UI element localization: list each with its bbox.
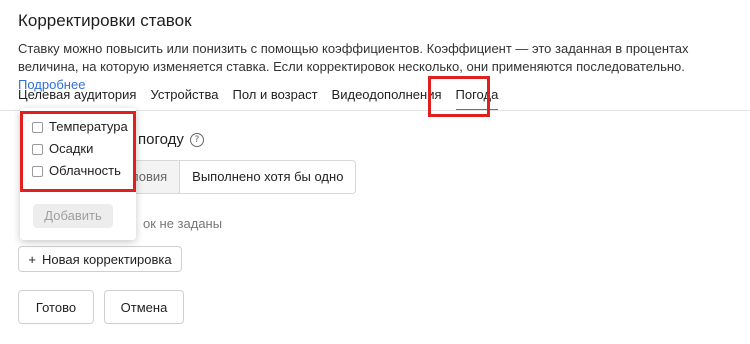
option-temperature[interactable]: Температура xyxy=(32,118,128,136)
section-label: погоду ? xyxy=(138,130,204,150)
tab-devices[interactable]: Устройства xyxy=(150,86,218,104)
description-text: Ставку можно повысить или понизить с пом… xyxy=(18,41,689,74)
cancel-button[interactable]: Отмена xyxy=(104,290,184,324)
checkbox[interactable] xyxy=(32,143,43,155)
section-label-text: погоду xyxy=(138,131,184,148)
tab-video-extensions[interactable]: Видеодополнения xyxy=(332,86,442,104)
tabs: Целевая аудитория Устройства Пол и возра… xyxy=(18,86,512,111)
tab-weather[interactable]: Погода xyxy=(455,86,498,111)
condition-mode-any[interactable]: Выполнено хотя бы одно xyxy=(179,161,356,193)
bid-adjustments-page: Корректировки ставок Ставку можно повыси… xyxy=(0,0,750,344)
add-button[interactable]: Добавить xyxy=(33,204,113,228)
option-precipitation[interactable]: Осадки xyxy=(32,140,93,158)
empty-hint: ок не заданы xyxy=(143,216,223,231)
condition-mode-switch: ловия Выполнено хотя бы одно xyxy=(118,160,357,194)
checkbox[interactable] xyxy=(32,165,43,177)
weather-conditions-dropdown: Температура Осадки Облачность Добавить xyxy=(20,108,136,240)
option-cloudiness[interactable]: Облачность xyxy=(32,162,121,180)
new-adjustment-label: Новая корректировка xyxy=(41,252,172,267)
tab-target-audience[interactable]: Целевая аудитория xyxy=(18,86,136,104)
option-label: Температура xyxy=(49,119,128,134)
option-label: Облачность xyxy=(49,163,121,178)
plus-icon: + xyxy=(28,252,36,267)
new-adjustment-button[interactable]: + Новая корректировка xyxy=(18,246,182,272)
done-button[interactable]: Готово xyxy=(18,290,94,324)
checkbox[interactable] xyxy=(32,121,43,133)
question-circle-icon[interactable]: ? xyxy=(189,133,204,147)
tab-gender-age[interactable]: Пол и возраст xyxy=(232,86,317,104)
option-label: Осадки xyxy=(49,141,94,156)
page-title: Корректировки ставок xyxy=(18,11,192,30)
